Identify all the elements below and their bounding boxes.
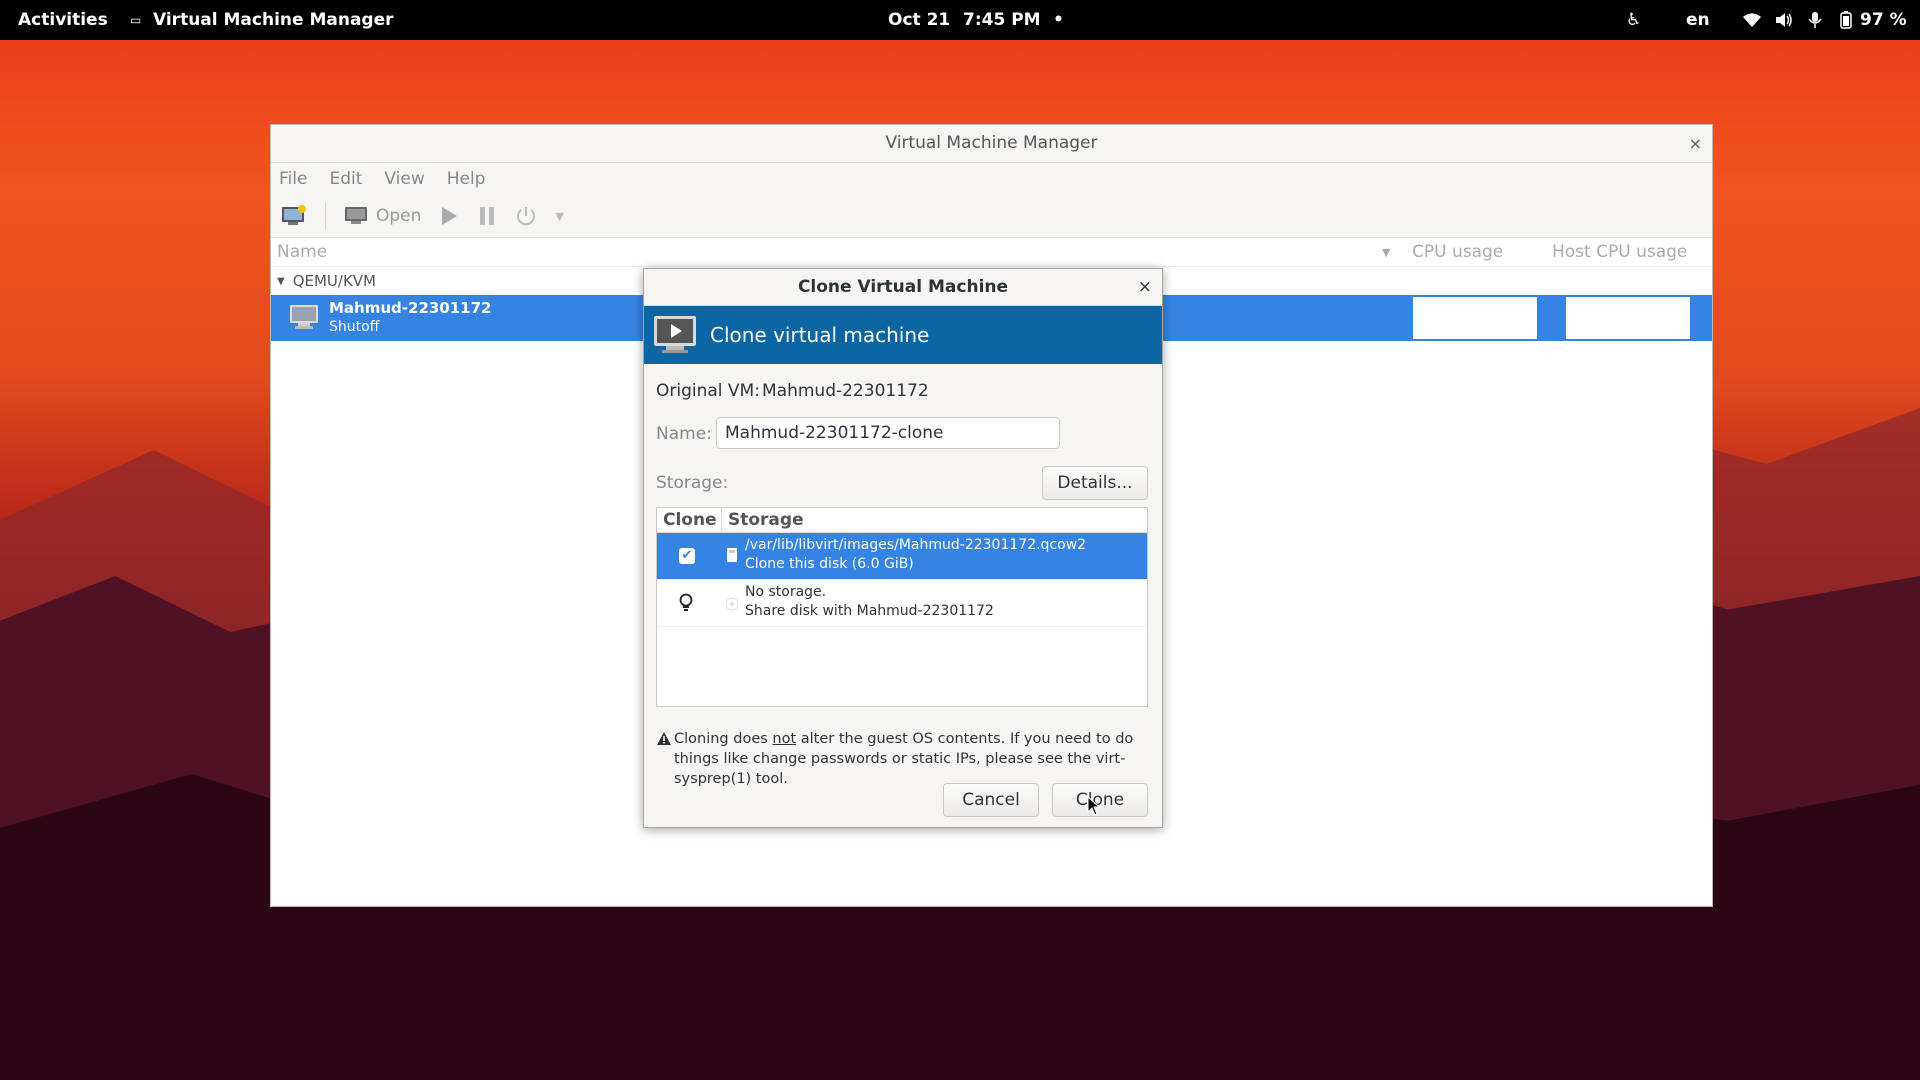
- clone-checkbox[interactable]: ✔: [679, 548, 695, 564]
- close-icon[interactable]: ×: [1138, 269, 1152, 305]
- open-label: Open: [376, 206, 422, 226]
- col-host-cpu[interactable]: Host CPU usage: [1552, 242, 1687, 262]
- vm-name: Mahmud-22301172: [329, 299, 492, 317]
- storage-label: Storage:: [656, 473, 729, 493]
- menu-help[interactable]: Help: [447, 169, 486, 189]
- warning-icon: [657, 732, 671, 745]
- cpu-usage-graph: [1413, 297, 1537, 339]
- clock-date[interactable]: Oct 21: [888, 10, 950, 30]
- pause-icon: [480, 207, 495, 225]
- accessibility-icon[interactable]: ♿: [1626, 10, 1641, 30]
- warning-text-pre: Cloning does: [674, 731, 773, 747]
- warning-text-not: not: [772, 731, 797, 747]
- mouse-cursor-icon: [1087, 796, 1101, 816]
- shutdown-dropdown[interactable]: ▼: [555, 210, 563, 223]
- original-vm-label: Original VM:: [656, 381, 760, 401]
- app-menu[interactable]: Virtual Machine Manager: [153, 10, 394, 30]
- dialog-banner: Clone virtual machine: [644, 306, 1162, 364]
- shutdown-button[interactable]: [515, 205, 537, 227]
- play-icon: [442, 207, 458, 225]
- clone-warning: Cloning does not alter the guest OS cont…: [656, 729, 1152, 789]
- chevron-down-icon: ▼: [555, 209, 564, 223]
- microphone-icon[interactable]: [1805, 10, 1825, 30]
- notification-dot-icon: •: [1053, 10, 1064, 30]
- toolbar-separator: [325, 202, 326, 230]
- disc-icon: [725, 597, 739, 611]
- dialog-title: Clone Virtual Machine: [797, 277, 1009, 297]
- wifi-icon[interactable]: [1742, 10, 1762, 30]
- table-row[interactable]: No storage. Share disk with Mahmud-22301…: [657, 580, 1147, 627]
- original-vm-value: Mahmud-22301172: [762, 381, 929, 401]
- details-button[interactable]: Details...: [1042, 466, 1148, 500]
- app-icon: ▭: [130, 13, 142, 27]
- clock-time[interactable]: 7:45 PM: [963, 10, 1041, 30]
- new-vm-button[interactable]: [281, 205, 307, 227]
- toolbar: Open ▼: [271, 195, 1712, 238]
- disk-path: /var/lib/libvirt/images/Mahmud-22301172.…: [745, 537, 1087, 553]
- menu-view[interactable]: View: [384, 169, 424, 189]
- name-input[interactable]: Mahmud-22301172-clone: [716, 417, 1060, 449]
- menu-file[interactable]: File: [279, 169, 307, 189]
- keyboard-layout[interactable]: en: [1686, 10, 1710, 30]
- disk-icon: [727, 548, 737, 562]
- monitor-icon: [345, 207, 367, 224]
- volume-icon[interactable]: [1774, 10, 1794, 30]
- banner-title: Clone virtual machine: [710, 323, 930, 347]
- clone-vm-icon: [654, 316, 696, 353]
- battery-icon[interactable]: [1836, 10, 1856, 30]
- cancel-button[interactable]: Cancel: [943, 783, 1039, 817]
- menu-bar: File Edit View Help: [271, 163, 1712, 195]
- open-button[interactable]: Open: [344, 206, 421, 226]
- menu-edit[interactable]: Edit: [329, 169, 362, 189]
- clone-dialog: Clone Virtual Machine × Clone virtual ma…: [643, 268, 1163, 828]
- expander-icon[interactable]: ▼: [277, 276, 285, 287]
- vm-monitor-icon: [290, 305, 318, 329]
- dialog-titlebar[interactable]: Clone Virtual Machine ×: [644, 269, 1162, 306]
- window-title: Virtual Machine Manager: [885, 133, 1098, 153]
- storage-none: No storage.: [745, 584, 827, 600]
- storage-table: Clone Storage ✔ /var/lib/libvirt/images/…: [656, 507, 1148, 707]
- vmm-titlebar[interactable]: Virtual Machine Manager ×: [271, 125, 1712, 163]
- col-name[interactable]: Name: [277, 242, 327, 262]
- name-label: Name:: [656, 424, 712, 444]
- storage-share: Share disk with Mahmud-22301172: [745, 603, 994, 619]
- disk-action: Clone this disk (6.0 GiB): [745, 556, 914, 572]
- col-clone[interactable]: Clone: [657, 508, 722, 532]
- power-icon: [517, 207, 536, 226]
- connection-label: QEMU/KVM: [292, 272, 377, 290]
- storage-table-header: Clone Storage: [657, 508, 1147, 533]
- column-header: Name ▼ CPU usage Host CPU usage: [271, 238, 1712, 267]
- sort-arrow-icon[interactable]: ▼: [1382, 246, 1390, 259]
- lightbulb-icon: [679, 593, 693, 611]
- col-cpu[interactable]: CPU usage: [1412, 242, 1503, 262]
- close-icon[interactable]: ×: [1689, 125, 1702, 162]
- host-cpu-usage-graph: [1566, 297, 1690, 339]
- top-bar: Activities ▭ Virtual Machine Manager Oct…: [0, 0, 1920, 40]
- battery-percent: 97 %: [1860, 10, 1907, 30]
- table-row[interactable]: ✔ /var/lib/libvirt/images/Mahmud-2230117…: [657, 533, 1147, 580]
- run-button[interactable]: [439, 206, 459, 226]
- vm-status: Shutoff: [329, 319, 380, 335]
- pause-button[interactable]: [477, 206, 497, 226]
- activities-button[interactable]: Activities: [18, 10, 108, 30]
- col-storage[interactable]: Storage: [722, 508, 804, 532]
- new-vm-icon: [282, 205, 306, 225]
